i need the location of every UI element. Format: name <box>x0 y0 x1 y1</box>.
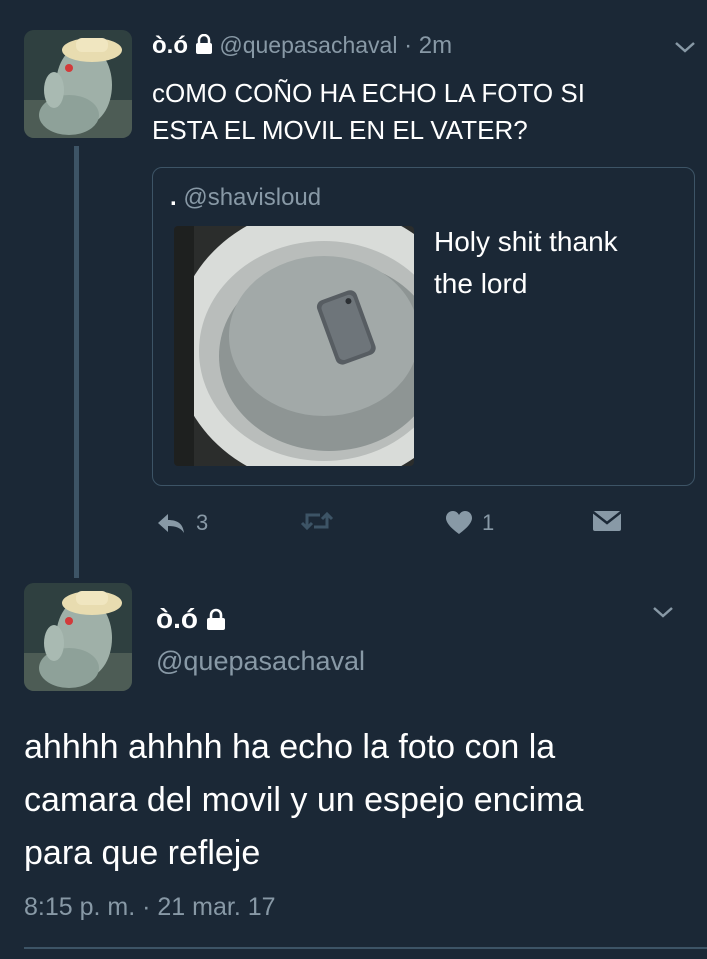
tweet-text-line: cOMO COÑO HA ECHO LA FOTO SI <box>152 78 585 108</box>
thread-line <box>74 146 79 578</box>
like-button[interactable]: 1 <box>446 510 494 536</box>
tweet-timestamp[interactable]: 8:15 p. m. · 21 mar. 17 <box>24 893 276 922</box>
statue-avatar-icon <box>24 30 132 138</box>
heart-icon <box>446 511 472 534</box>
reply-count: 3 <box>196 510 209 535</box>
quote-text-line: Holy shit thank <box>434 226 618 257</box>
phone-in-toilet-image[interactable] <box>174 226 414 466</box>
tweet-author: ò.ó <box>156 603 226 637</box>
tweet-text-line: ESTA EL MOVIL EN EL VATER? <box>152 115 528 145</box>
tweet-text: ahhhh ahhhh ha echo la foto con la camar… <box>24 721 583 880</box>
tweet-text-line: ahhhh ahhhh ha echo la foto con la <box>24 728 556 766</box>
reply-icon <box>158 514 184 533</box>
quote-text: Holy shit thank the lord <box>434 221 618 305</box>
display-name[interactable]: ò.ó <box>156 603 198 634</box>
chevron-down-icon[interactable] <box>651 600 675 624</box>
quote-header: . @shavisloud <box>170 184 321 212</box>
reply-button[interactable]: 3 <box>156 510 208 536</box>
statue-avatar-icon <box>24 583 132 691</box>
divider <box>24 947 707 949</box>
tweet-header: ò.ó @quepasachaval · 2m <box>152 32 452 61</box>
avatar[interactable] <box>24 583 132 691</box>
quote-display-name: . <box>170 184 177 211</box>
retweet-icon <box>300 511 334 531</box>
handle[interactable]: @quepasachaval <box>219 32 397 58</box>
timestamp[interactable]: 2m <box>419 32 452 59</box>
tweet-text-line: camara del movil y un espejo encima <box>24 781 584 819</box>
avatar[interactable] <box>24 30 132 138</box>
lock-icon <box>206 605 226 637</box>
quote-text-line: the lord <box>434 268 528 299</box>
separator: · <box>404 32 413 59</box>
message-button[interactable] <box>592 510 622 532</box>
display-name[interactable]: ò.ó <box>152 32 188 59</box>
chevron-down-icon[interactable] <box>673 35 697 59</box>
like-count: 1 <box>482 510 495 535</box>
envelope-icon <box>592 511 622 531</box>
tweet-text: cOMO COÑO HA ECHO LA FOTO SI ESTA EL MOV… <box>152 75 585 149</box>
lock-icon <box>195 33 213 61</box>
tweet-text-line: para que refleje <box>24 834 261 872</box>
retweet-button[interactable] <box>300 510 334 532</box>
quote-handle: @shavisloud <box>183 184 322 211</box>
handle[interactable]: @quepasachaval <box>156 646 365 677</box>
